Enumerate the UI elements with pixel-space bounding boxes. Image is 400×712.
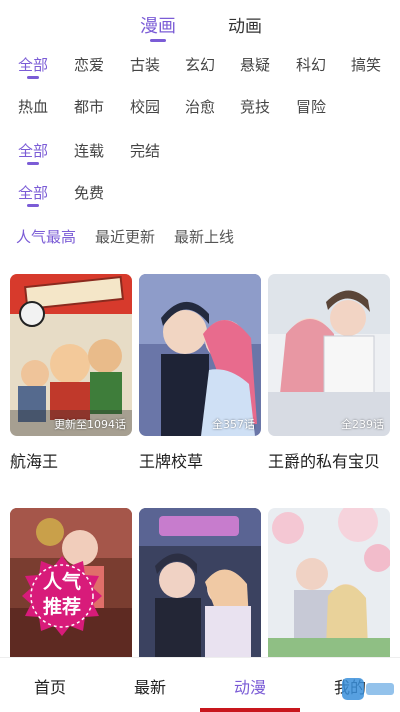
comic-cover bbox=[139, 508, 261, 670]
active-filter-underline bbox=[27, 76, 39, 79]
sort-recent-update[interactable]: 最近更新 bbox=[95, 226, 155, 247]
chapter-badge: 全239话 bbox=[341, 418, 384, 431]
sort-newest[interactable]: 最新上线 bbox=[174, 226, 234, 247]
comic-title: 航海王 bbox=[10, 452, 59, 471]
comic-card[interactable]: 更新至1094话 航海王 bbox=[10, 274, 132, 472]
genre-adventure[interactable]: 冒险 bbox=[296, 96, 326, 117]
status-all[interactable]: 全部 bbox=[18, 140, 48, 165]
sort-popular[interactable]: 人气最高 bbox=[16, 226, 76, 247]
nav-latest[interactable]: 最新 bbox=[100, 674, 200, 698]
comic-cover: 全357话 bbox=[139, 274, 261, 436]
genre-all[interactable]: 全部 bbox=[18, 54, 48, 79]
genre-urban[interactable]: 都市 bbox=[74, 96, 104, 117]
status-ongoing[interactable]: 连载 bbox=[74, 140, 104, 161]
genre-healing[interactable]: 治愈 bbox=[185, 96, 215, 117]
genre-school[interactable]: 校园 bbox=[130, 96, 160, 117]
nav-home[interactable]: 首页 bbox=[0, 674, 100, 698]
active-filter-underline bbox=[27, 162, 39, 165]
comic-card[interactable] bbox=[268, 508, 390, 682]
popular-recommend-sticker: 人气 推荐 bbox=[22, 556, 102, 636]
genre-sports[interactable]: 竞技 bbox=[240, 96, 270, 117]
comic-card[interactable]: 全239话 王爵的私有宝贝 bbox=[268, 274, 390, 472]
sort-row: 人气最高 最近更新 最新上线 bbox=[0, 226, 400, 256]
status-completed[interactable]: 完结 bbox=[130, 140, 160, 161]
status-filter-row: 全部 连载 完结 bbox=[0, 140, 400, 170]
comic-cover bbox=[268, 508, 390, 670]
comic-card[interactable]: 全357话 王牌校草 bbox=[139, 274, 261, 472]
genre-scifi[interactable]: 科幻 bbox=[296, 54, 326, 75]
genre-costume[interactable]: 古装 bbox=[130, 54, 160, 75]
comic-cover: 更新至1094话 bbox=[10, 274, 132, 436]
active-tab-underline bbox=[150, 39, 166, 42]
genre-filter-row-2: 热血 都市 校园 治愈 竞技 冒险 bbox=[0, 96, 400, 126]
pricing-free[interactable]: 免费 bbox=[74, 182, 104, 203]
comic-card[interactable] bbox=[139, 508, 261, 682]
tab-donghua[interactable]: 动画 bbox=[228, 12, 262, 37]
genre-comedy[interactable]: 搞笑 bbox=[351, 54, 381, 75]
top-tab-bar: 漫画 动画 bbox=[0, 0, 400, 44]
pricing-filter-row: 全部 免费 bbox=[0, 182, 400, 212]
genre-fantasy[interactable]: 玄幻 bbox=[185, 54, 215, 75]
genre-romance[interactable]: 恋爱 bbox=[74, 54, 104, 75]
nav-anime[interactable]: 动漫 bbox=[200, 674, 300, 698]
tab-manhua[interactable]: 漫画 bbox=[140, 12, 176, 42]
comic-title: 王牌校草 bbox=[139, 452, 204, 471]
pricing-all[interactable]: 全部 bbox=[18, 182, 48, 207]
comic-cover: 全239话 bbox=[268, 274, 390, 436]
active-filter-underline bbox=[27, 204, 39, 207]
genre-filter-row-1: 全部 恋爱 古装 玄幻 悬疑 科幻 搞笑 bbox=[0, 54, 400, 84]
active-nav-indicator bbox=[200, 708, 300, 712]
comic-title: 王爵的私有宝贝 bbox=[268, 452, 381, 471]
genre-mystery[interactable]: 悬疑 bbox=[240, 54, 270, 75]
chapter-badge: 全357话 bbox=[212, 418, 255, 431]
genre-action[interactable]: 热血 bbox=[18, 96, 48, 117]
chapter-badge: 更新至1094话 bbox=[54, 418, 126, 431]
watermark-logo bbox=[340, 674, 396, 704]
